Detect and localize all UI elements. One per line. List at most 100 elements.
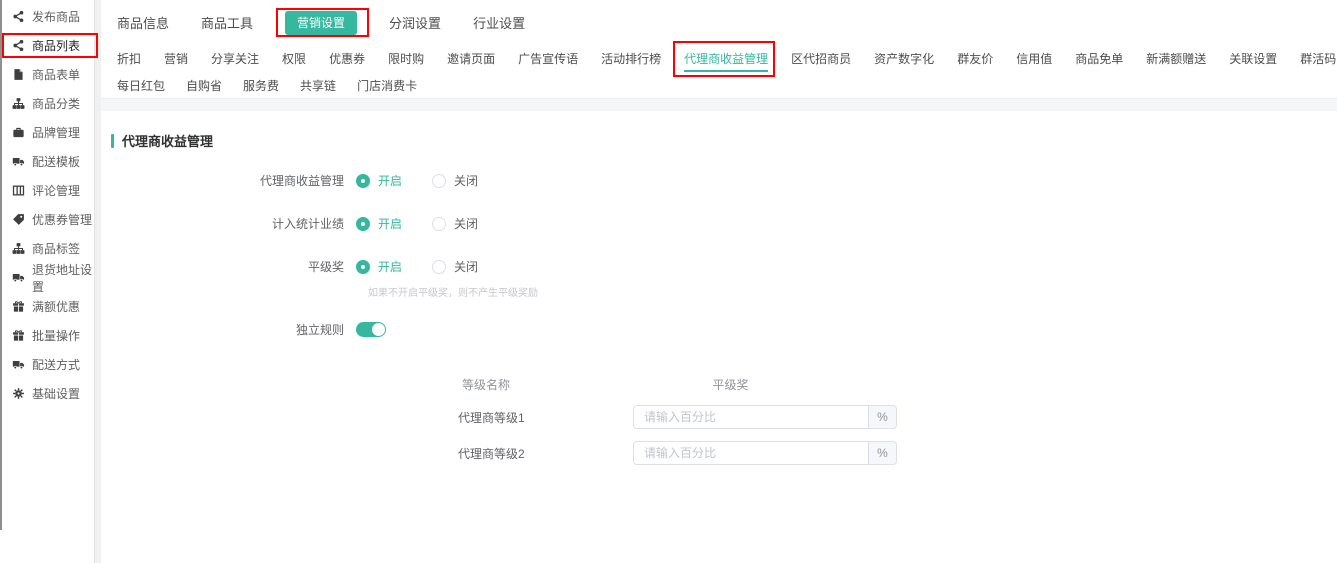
form-row-agent-revenue: 代理商收益管理 开启 关闭: [111, 172, 1337, 189]
tab-coupon[interactable]: 优惠券: [329, 50, 365, 67]
tab-profit-sharing-settings[interactable]: 分润设置: [389, 13, 441, 32]
tab-new-full-amount-gift[interactable]: 新满额赠送: [1146, 50, 1206, 67]
radio-label: 开启: [378, 172, 402, 189]
gift-icon: [12, 329, 25, 342]
tab-marketing[interactable]: 营销: [164, 50, 188, 67]
radio-selected-icon[interactable]: [356, 174, 370, 188]
sidebar-item-publish-product[interactable]: 发布商品: [2, 2, 94, 31]
radio-off[interactable]: 关闭: [432, 172, 478, 189]
tab-store-consumption-card[interactable]: 门店消费卡: [357, 77, 417, 94]
percentage-input[interactable]: [634, 442, 868, 464]
column-header-peer-award: 平级奖: [598, 376, 863, 393]
tab-activity-ranking[interactable]: 活动排行榜: [601, 50, 661, 67]
sidebar-item-return-address-settings[interactable]: 退货地址设置: [2, 263, 94, 292]
field-label: 独立规则: [111, 321, 356, 338]
tab-group-friend-price[interactable]: 群友价: [957, 50, 993, 67]
tab-industry-settings[interactable]: 行业设置: [473, 13, 525, 32]
sidebar-item-label: 批量操作: [32, 327, 80, 344]
field-label: 计入统计业绩: [111, 215, 356, 232]
sidebar-item-product-form[interactable]: 商品表单: [2, 60, 94, 89]
tab-share-follow[interactable]: 分享关注: [211, 50, 259, 67]
form-row-count-into-stats: 计入统计业绩 开启 关闭: [111, 215, 1337, 232]
percentage-input-group: %: [633, 441, 897, 465]
tab-agent-revenue-management[interactable]: 代理商收益管理: [684, 52, 768, 66]
briefcase-icon: [12, 126, 25, 139]
radio-unselected-icon[interactable]: [432, 260, 446, 274]
radio-on[interactable]: 开启: [356, 258, 402, 275]
agent-revenue-panel: 代理商收益管理 代理商收益管理 开启 关闭 计入统计业绩: [101, 111, 1337, 465]
tab-credit-value[interactable]: 信用值: [1016, 50, 1052, 67]
radio-unselected-icon[interactable]: [432, 174, 446, 188]
independent-rules-toggle[interactable]: [356, 322, 386, 337]
tab-daily-red-packet[interactable]: 每日红包: [117, 77, 165, 94]
gift-icon: [12, 300, 25, 313]
radio-on[interactable]: 开启: [356, 215, 402, 232]
radio-off[interactable]: 关闭: [432, 258, 478, 275]
tab-self-purchase-savings[interactable]: 自购省: [186, 77, 222, 94]
tab-permissions[interactable]: 权限: [282, 50, 306, 67]
peer-award-hint: 如果不开启平级奖，则不产生平级奖励: [368, 284, 1337, 299]
sidebar-item-review-management[interactable]: 评论管理: [2, 176, 94, 205]
tab-ad-slogan[interactable]: 广告宣传语: [518, 50, 578, 67]
radio-off[interactable]: 关闭: [432, 215, 478, 232]
truck-icon: [12, 155, 25, 168]
percentage-input-group: %: [633, 405, 897, 429]
radio-group-agent-revenue: 开启 关闭: [356, 172, 478, 189]
sidebar-item-product-tags[interactable]: 商品标签: [2, 234, 94, 263]
radio-label: 关闭: [454, 215, 478, 232]
section-title: 代理商收益管理: [111, 131, 1337, 150]
sidebar-item-label: 退货地址设置: [32, 261, 94, 295]
sitemap-icon: [12, 97, 25, 110]
sidebar-item-product-category[interactable]: 商品分类: [2, 89, 94, 118]
sitemap-icon: [12, 242, 25, 255]
truck-icon: [12, 271, 25, 284]
sidebar-item-basic-settings[interactable]: 基础设置: [2, 379, 94, 408]
sidebar-item-batch-operations[interactable]: 批量操作: [2, 321, 94, 350]
tab-asset-digitization[interactable]: 资产数字化: [874, 50, 934, 67]
tab-district-agent-recruiter[interactable]: 区代招商员: [791, 50, 851, 67]
section-title-bar: [111, 134, 114, 148]
grade-table: 等级名称 平级奖 代理商等级1 % 代理商等级2 %: [458, 376, 1337, 465]
share-icon: [12, 39, 25, 52]
tab-invite-page[interactable]: 邀请页面: [447, 50, 495, 67]
percentage-input[interactable]: [634, 406, 868, 428]
field-label: 代理商收益管理: [111, 172, 356, 189]
sidebar-item-delivery-template[interactable]: 配送模板: [2, 147, 94, 176]
sidebar-item-label: 品牌管理: [32, 124, 80, 141]
file-icon: [12, 68, 25, 81]
gear-icon: [12, 387, 25, 400]
tab-marketing-settings-wrap: 营销设置: [285, 14, 357, 31]
header-content-divider: [101, 98, 1337, 111]
radio-label: 开启: [378, 258, 402, 275]
tab-product-info[interactable]: 商品信息: [117, 13, 169, 32]
tab-flash-sale[interactable]: 限时购: [388, 50, 424, 67]
radio-selected-icon[interactable]: [356, 260, 370, 274]
tab-free-order[interactable]: 商品免单: [1075, 50, 1123, 67]
radio-on[interactable]: 开启: [356, 172, 402, 189]
tab-shared-chain[interactable]: 共享链: [300, 77, 336, 94]
sidebar-item-product-list[interactable]: 商品列表: [2, 31, 94, 60]
form-row-peer-award: 平级奖 开启 关闭: [111, 258, 1337, 275]
tab-service-fee[interactable]: 服务费: [243, 77, 279, 94]
tag-icon: [12, 213, 25, 226]
radio-group-count-into-stats: 开启 关闭: [356, 215, 478, 232]
radio-unselected-icon[interactable]: [432, 217, 446, 231]
tabs-header: 商品信息 商品工具 营销设置 分润设置 行业设置 折扣 营销 分享关注 权限 优…: [101, 0, 1337, 98]
radio-label: 开启: [378, 215, 402, 232]
field-label: 平级奖: [111, 258, 356, 275]
sidebar-item-label: 配送方式: [32, 356, 80, 373]
radio-selected-icon[interactable]: [356, 217, 370, 231]
sidebar-item-full-amount-discount[interactable]: 满额优惠: [2, 292, 94, 321]
tab-marketing-settings[interactable]: 营销设置: [285, 11, 357, 35]
percent-suffix: %: [868, 406, 896, 428]
sidebar-item-brand-management[interactable]: 品牌管理: [2, 118, 94, 147]
sidebar-divider: [94, 0, 101, 563]
tab-discount[interactable]: 折扣: [117, 50, 141, 67]
sidebar-item-delivery-method[interactable]: 配送方式: [2, 350, 94, 379]
tab-association-settings[interactable]: 关联设置: [1229, 50, 1277, 67]
sidebar-item-coupon-management[interactable]: 优惠券管理: [2, 205, 94, 234]
sidebar-item-label: 商品标签: [32, 240, 80, 257]
tab-group-qr-code[interactable]: 群活码: [1300, 50, 1336, 67]
tab-product-tools[interactable]: 商品工具: [201, 13, 253, 32]
primary-tab-bar: 商品信息 商品工具 营销设置 分润设置 行业设置: [117, 0, 1337, 44]
